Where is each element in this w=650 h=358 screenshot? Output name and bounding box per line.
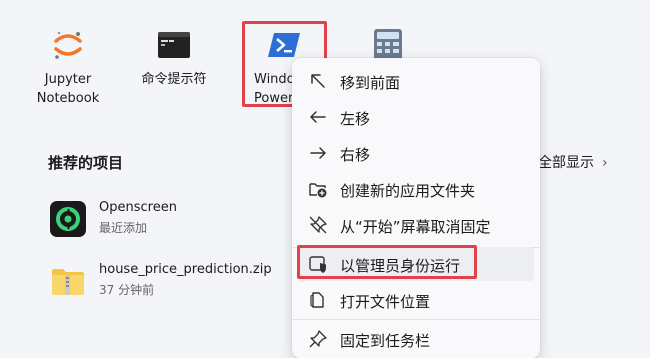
run-as-admin-highlight-box — [297, 245, 477, 279]
pinned-app-label: Jupyter Notebook — [36, 72, 100, 106]
menu-item-move-left[interactable]: 左移 — [298, 100, 534, 134]
recommended-title: 推荐的项目 — [48, 154, 124, 172]
arrow-right-icon — [310, 147, 326, 159]
show-all-link[interactable]: 全部显示 › — [538, 152, 608, 172]
pinned-app-label: 命令提示符 — [141, 72, 207, 87]
arrow-up-left-icon — [311, 74, 325, 88]
open-file-icon — [310, 292, 324, 308]
new-folder-icon — [309, 183, 327, 198]
pin-icon — [309, 330, 327, 348]
openscreen-app-icon — [50, 201, 86, 237]
menu-item-label: 左移 — [340, 110, 371, 128]
menu-item-label: 移到前面 — [340, 74, 401, 92]
menu-item-label: 打开文件位置 — [340, 293, 431, 311]
menu-separator — [292, 319, 540, 320]
recommended-item[interactable]: Openscreen 最近添加 — [48, 196, 288, 242]
menu-item-move-to-front[interactable]: 移到前面 — [298, 64, 534, 98]
menu-item-new-app-folder[interactable]: 创建新的应用文件夹 — [298, 172, 534, 206]
arrow-left-icon — [310, 111, 326, 123]
recommended-item-subtitle: 37 分钟前 — [99, 283, 155, 297]
menu-item-label: 右移 — [340, 146, 371, 164]
show-all-label: 全部显示 — [538, 155, 594, 171]
context-menu: 移到前面 左移 右移 创建新的应用文件夹 从“开始”屏幕取消固定 以管理员身份运… — [292, 58, 540, 358]
calculator-icon — [374, 29, 402, 62]
unpin-icon — [309, 216, 327, 234]
jupyter-icon — [54, 31, 82, 59]
pinned-app-jupyter[interactable]: Jupyter Notebook — [20, 0, 116, 110]
zip-folder-icon — [52, 269, 84, 295]
menu-item-move-right[interactable]: 右移 — [298, 136, 534, 170]
menu-item-unpin-from-start[interactable]: 从“开始”屏幕取消固定 — [298, 208, 534, 242]
recommended-item-name: Openscreen — [99, 200, 177, 215]
chevron-right-icon: › — [602, 155, 608, 171]
pinned-app-command-prompt[interactable]: 命令提示符 — [126, 0, 222, 110]
menu-item-open-file-location[interactable]: 打开文件位置 — [298, 283, 534, 317]
recommended-item-name: house_price_prediction.zip — [99, 262, 272, 277]
menu-item-label: 创建新的应用文件夹 — [340, 182, 476, 200]
command-prompt-icon — [158, 32, 190, 58]
recommended-item[interactable]: house_price_prediction.zip 37 分钟前 — [48, 258, 288, 304]
recommended-item-subtitle: 最近添加 — [99, 221, 148, 235]
menu-item-pin-to-taskbar[interactable]: 固定到任务栏 — [298, 322, 534, 356]
menu-item-label: 从“开始”屏幕取消固定 — [340, 218, 491, 236]
